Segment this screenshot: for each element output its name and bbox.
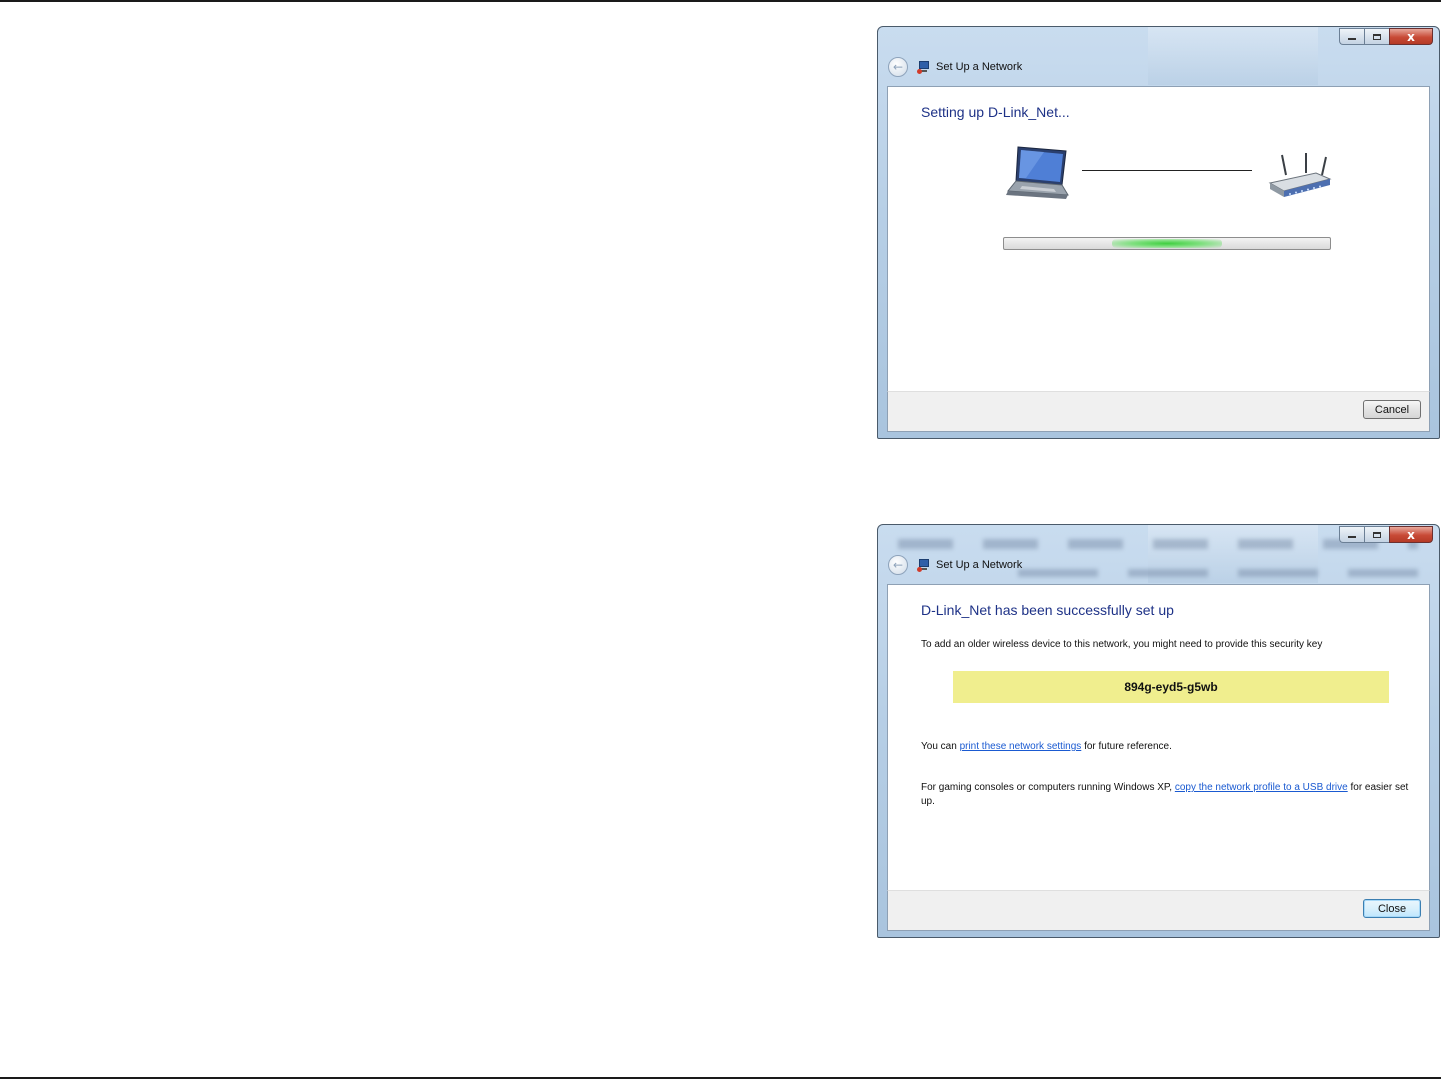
security-key: 894g-eyd5-g5wb [953, 671, 1389, 703]
progress-bar [1003, 237, 1331, 250]
maximize-button[interactable] [1364, 28, 1389, 45]
wizard-footer: Cancel [887, 391, 1430, 432]
bottom-rule [0, 1077, 1441, 1079]
print-settings-link[interactable]: print these network settings [960, 741, 1082, 752]
background-blur-secondary [1018, 569, 1418, 577]
close-button[interactable]: Close [1363, 899, 1421, 918]
cancel-button[interactable]: Cancel [1363, 400, 1421, 419]
router-icon [1268, 153, 1332, 197]
minimize-button[interactable] [1339, 28, 1364, 45]
print-settings-text: You can print these network settings for… [921, 740, 1411, 754]
back-button[interactable]: ← [888, 555, 908, 575]
window-controls: x [1339, 526, 1433, 543]
wizard-content: D-Link_Net has been successfully set up … [887, 584, 1430, 892]
page-title: D-Link_Net has been successfully set up [921, 602, 1174, 618]
back-arrow-icon: ← [892, 558, 904, 572]
window-title: Set Up a Network [936, 61, 1023, 73]
maximize-icon [1373, 33, 1381, 40]
print-prefix: You can [921, 741, 960, 752]
close-icon: x [1407, 29, 1415, 44]
window-header: ← Set Up a Network [888, 57, 1022, 77]
window-title: Set Up a Network [936, 559, 1023, 571]
network-icon [917, 60, 931, 74]
wizard-footer: Close [887, 890, 1430, 931]
usb-prefix: For gaming consoles or computers running… [921, 782, 1175, 793]
window-header: ← Set Up a Network [888, 555, 1022, 575]
usb-profile-text: For gaming consoles or computers running… [921, 781, 1411, 809]
close-window-button[interactable]: x [1389, 28, 1433, 45]
back-button[interactable]: ← [888, 57, 908, 77]
wizard-content: Setting up D-Link_Net... [887, 86, 1430, 393]
window-controls: x [1339, 28, 1433, 45]
minimize-icon [1348, 38, 1356, 40]
maximize-icon [1373, 531, 1381, 538]
setup-network-window-success: x ← Set Up a Network D-Link_Net has been… [877, 524, 1440, 938]
security-key-description: To add an older wireless device to this … [921, 639, 1323, 650]
laptop-icon [1006, 146, 1069, 199]
top-rule [0, 0, 1441, 2]
progress-glow [1112, 239, 1222, 248]
minimize-icon [1348, 536, 1356, 538]
close-window-button[interactable]: x [1389, 526, 1433, 543]
close-icon: x [1407, 527, 1415, 542]
connection-line [1082, 170, 1252, 171]
minimize-button[interactable] [1339, 526, 1364, 543]
back-arrow-icon: ← [892, 60, 904, 74]
network-icon [917, 558, 931, 572]
page-title: Setting up D-Link_Net... [921, 104, 1070, 120]
setup-network-window-progress: x ← Set Up a Network Setting up D-Link_N… [877, 26, 1440, 439]
maximize-button[interactable] [1364, 526, 1389, 543]
print-suffix: for future reference. [1081, 741, 1172, 752]
copy-profile-usb-link[interactable]: copy the network profile to a USB drive [1175, 782, 1348, 793]
